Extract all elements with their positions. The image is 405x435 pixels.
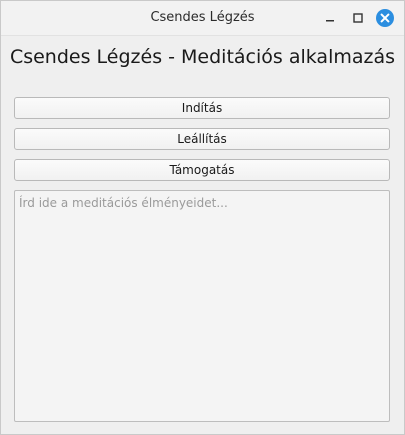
app-window: Csendes Légzés Csendes Légzés - Meditáci… bbox=[0, 0, 405, 435]
page-title: Csendes Légzés - Meditációs alkalmazás bbox=[9, 46, 396, 68]
window-title: Csendes Légzés bbox=[150, 10, 255, 25]
start-button[interactable]: Indítás bbox=[14, 97, 390, 119]
maximize-button[interactable] bbox=[348, 8, 368, 28]
main-content: Csendes Légzés - Meditációs alkalmazás I… bbox=[1, 36, 404, 434]
title-bar[interactable]: Csendes Légzés bbox=[1, 1, 404, 36]
support-button[interactable]: Támogatás bbox=[14, 159, 390, 181]
stop-button[interactable]: Leállítás bbox=[14, 128, 390, 150]
close-icon bbox=[376, 9, 394, 27]
maximize-icon bbox=[353, 13, 363, 23]
meditation-notes-input[interactable] bbox=[14, 190, 390, 422]
close-button[interactable] bbox=[375, 8, 395, 28]
minimize-icon bbox=[326, 20, 334, 22]
minimize-button[interactable] bbox=[320, 8, 340, 28]
